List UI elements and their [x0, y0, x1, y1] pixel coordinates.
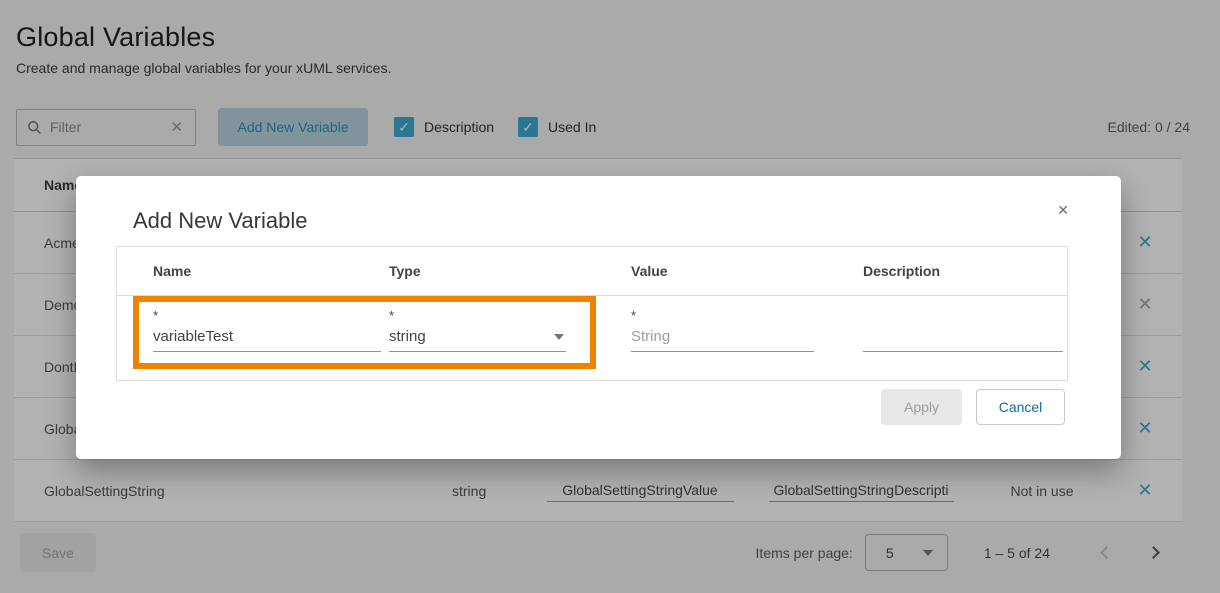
dialog-title: Add New Variable	[133, 208, 307, 234]
apply-button[interactable]: Apply	[881, 389, 962, 425]
description-field[interactable]	[863, 325, 1063, 352]
required-marker: *	[389, 308, 631, 325]
add-variable-dialog: Add New Variable ✕ Name Type Value Descr…	[76, 176, 1121, 459]
type-select[interactable]: string	[389, 325, 566, 352]
value-field[interactable]	[631, 325, 814, 352]
dialog-field-card: Name Type Value Description * * string	[116, 246, 1068, 381]
dialog-actions: Apply Cancel	[881, 389, 1065, 425]
required-marker: *	[631, 308, 863, 325]
type-select-value: string	[389, 328, 426, 345]
dialog-value-header: Value	[631, 263, 863, 279]
description-field-group	[863, 308, 1067, 352]
close-icon[interactable]: ✕	[1057, 202, 1069, 219]
name-field-group: *	[153, 308, 389, 352]
required-marker: *	[153, 308, 389, 325]
chevron-down-icon	[554, 334, 564, 340]
type-field-group: * string	[389, 308, 631, 352]
value-field-group: *	[631, 308, 863, 352]
cancel-button[interactable]: Cancel	[976, 389, 1065, 425]
dialog-description-header: Description	[863, 263, 1067, 279]
dialog-name-header: Name	[153, 263, 389, 279]
dialog-field-row: * * string *	[117, 296, 1067, 352]
dialog-column-headers: Name Type Value Description	[117, 247, 1067, 296]
dialog-type-header: Type	[389, 263, 631, 279]
name-field[interactable]	[153, 325, 381, 352]
required-marker	[863, 308, 1067, 325]
global-variables-page: Global Variables Create and manage globa…	[0, 0, 1220, 593]
